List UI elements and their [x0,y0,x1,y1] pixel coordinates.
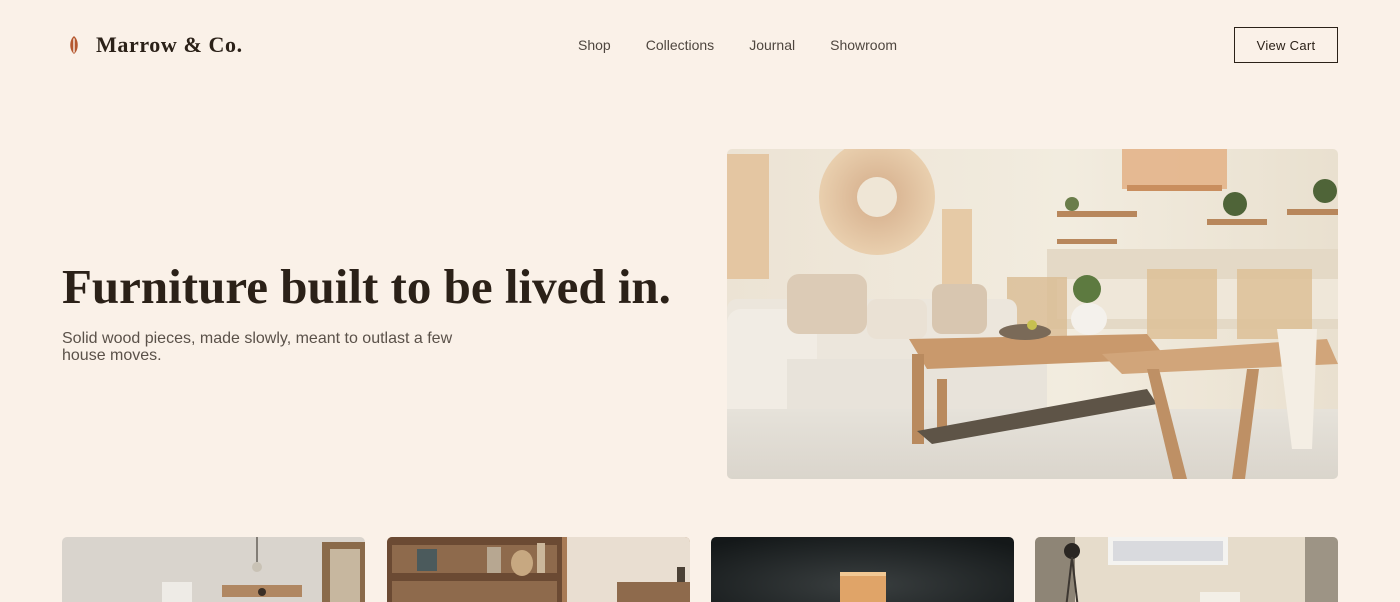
hero-subtitle: Solid wood pieces, made slowly, meant to… [62,330,453,364]
nav-item-collections[interactable]: Collections [646,37,714,53]
product-card-2[interactable] [387,537,690,602]
brand-name: Marrow & Co. [96,32,243,57]
site-header: Marrow & Co. Shop Collections Journal Sh… [0,0,1400,90]
product-card-4[interactable] [1035,537,1338,602]
nav-item-shop[interactable]: Shop [578,37,611,53]
product-cards [62,537,1338,602]
nav-item-journal[interactable]: Journal [749,37,795,53]
leaf-icon [70,36,78,54]
view-cart-button[interactable]: View Cart [1234,27,1338,63]
brand-logo[interactable]: Marrow & Co. [66,30,243,60]
hero-image [727,149,1338,479]
product-card-1[interactable] [62,537,365,602]
product-card-3[interactable] [711,537,1014,602]
hero-title: Furniture built to be lived in. [62,259,671,314]
nav-item-showroom[interactable]: Showroom [830,37,897,53]
main-nav: Shop Collections Journal Showroom [578,37,897,53]
